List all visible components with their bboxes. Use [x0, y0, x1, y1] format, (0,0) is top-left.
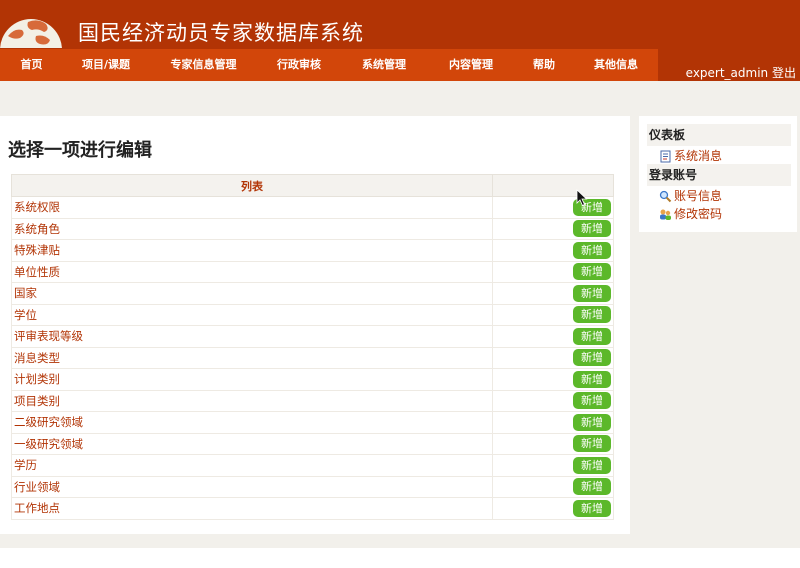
- row-actions: 新增: [492, 196, 614, 219]
- add-button[interactable]: 新增: [573, 435, 611, 453]
- table-row: 系统角色 新增: [11, 217, 614, 240]
- add-button[interactable]: 新增: [573, 306, 611, 324]
- model-link[interactable]: 消息类型: [11, 346, 493, 369]
- change-password-link[interactable]: 修改密码: [659, 206, 722, 222]
- page-title: 选择一项进行编辑: [8, 140, 152, 161]
- add-button[interactable]: 新增: [573, 392, 611, 410]
- model-link[interactable]: 国家: [11, 282, 493, 305]
- username-link[interactable]: expert_admin: [686, 66, 769, 80]
- table-row: 特殊津贴 新增: [11, 239, 614, 262]
- account-info-label: 账号信息: [674, 189, 723, 203]
- model-link[interactable]: 特殊津贴: [11, 239, 493, 262]
- globe-logo-icon: [0, 14, 62, 48]
- table-row: 行业领域 新增: [11, 475, 614, 498]
- row-actions: 新增: [492, 325, 614, 348]
- row-actions: 新增: [492, 239, 614, 262]
- nav-home[interactable]: 首页: [0, 49, 63, 81]
- row-actions: 新增: [492, 368, 614, 391]
- model-link[interactable]: 行业领域: [11, 475, 493, 498]
- site-title: 国民经济动员专家数据库系统: [78, 21, 364, 45]
- user-area: expert_admin 登出: [686, 64, 796, 81]
- model-list-table: 列表 系统权限 新增 系统角色 新增 特殊津贴 新增 单位性质 新增 国家 新增 学位 新增 评审表现等…: [11, 174, 614, 520]
- model-link[interactable]: 系统角色: [11, 217, 493, 240]
- table-row: 工作地点 新增: [11, 497, 614, 520]
- table-row: 消息类型 新增: [11, 346, 614, 369]
- row-actions: 新增: [492, 411, 614, 434]
- add-button[interactable]: 新增: [573, 349, 611, 367]
- model-link[interactable]: 学历: [11, 454, 493, 477]
- document-icon: [659, 150, 672, 163]
- model-link[interactable]: 项目类别: [11, 389, 493, 412]
- mouse-cursor-icon: [576, 189, 588, 207]
- site-header: 国民经济动员专家数据库系统 首页 项目/课题 专家信息管理 行政审核 系统管理 …: [0, 0, 800, 81]
- change-password-label: 修改密码: [674, 207, 723, 221]
- model-link[interactable]: 工作地点: [11, 497, 493, 520]
- row-actions: 新增: [492, 389, 614, 412]
- add-button[interactable]: 新增: [573, 413, 611, 431]
- add-button[interactable]: 新增: [573, 370, 611, 388]
- dashboard-section-title: 仪表板: [647, 124, 791, 146]
- row-actions: 新增: [492, 346, 614, 369]
- row-actions: 新增: [492, 303, 614, 326]
- users-key-icon: [659, 208, 672, 221]
- system-messages-label: 系统消息: [674, 149, 723, 163]
- nav-projects[interactable]: 项目/课题: [63, 49, 149, 81]
- row-actions: 新增: [492, 475, 614, 498]
- table-row: 单位性质 新增: [11, 260, 614, 283]
- table-header-row: 列表: [11, 174, 614, 197]
- model-link[interactable]: 一级研究领域: [11, 432, 493, 455]
- account-info-link[interactable]: 账号信息: [659, 188, 722, 204]
- account-section-title: 登录账号: [647, 164, 791, 186]
- nav-other-info[interactable]: 其他信息: [574, 49, 658, 81]
- table-row: 学位 新增: [11, 303, 614, 326]
- sidebar: 仪表板 系统消息 登录账号 账号信息 修改密码: [639, 116, 797, 232]
- add-button[interactable]: 新增: [573, 499, 611, 517]
- nav-help[interactable]: 帮助: [514, 49, 574, 81]
- row-actions: 新增: [492, 217, 614, 240]
- model-link[interactable]: 单位性质: [11, 260, 493, 283]
- main-content: 选择一项进行编辑 列表 系统权限 新增 系统角色 新增 特殊津贴 新增 单位性质 新增 国家 新增…: [0, 116, 630, 534]
- table-row: 学历 新增: [11, 454, 614, 477]
- add-button[interactable]: 新增: [573, 263, 611, 281]
- system-messages-link[interactable]: 系统消息: [659, 148, 722, 164]
- row-actions: 新增: [492, 260, 614, 283]
- add-button[interactable]: 新增: [573, 478, 611, 496]
- nav-system-management[interactable]: 系统管理: [340, 49, 428, 81]
- column-header-actions: [492, 174, 614, 197]
- column-header-list: 列表: [11, 174, 493, 197]
- table-row: 计划类别 新增: [11, 368, 614, 391]
- model-link[interactable]: 计划类别: [11, 368, 493, 391]
- logout-link[interactable]: 登出: [772, 66, 796, 80]
- table-row: 项目类别 新增: [11, 389, 614, 412]
- row-actions: 新增: [492, 454, 614, 477]
- nav-admin-review[interactable]: 行政审核: [258, 49, 340, 81]
- model-link[interactable]: 二级研究领域: [11, 411, 493, 434]
- row-actions: 新增: [492, 432, 614, 455]
- add-button[interactable]: 新增: [573, 284, 611, 302]
- add-button[interactable]: 新增: [573, 327, 611, 345]
- nav-expert-info[interactable]: 专家信息管理: [149, 49, 258, 81]
- nav-content-management[interactable]: 内容管理: [428, 49, 514, 81]
- add-button[interactable]: 新增: [573, 456, 611, 474]
- model-link[interactable]: 学位: [11, 303, 493, 326]
- table-row: 系统权限 新增: [11, 196, 614, 219]
- main-navigation: 首页 项目/课题 专家信息管理 行政审核 系统管理 内容管理 帮助 其他信息: [0, 49, 658, 81]
- magnifier-icon: [659, 190, 672, 203]
- add-button[interactable]: 新增: [573, 241, 611, 259]
- model-link[interactable]: 系统权限: [11, 196, 493, 219]
- table-row: 二级研究领域 新增: [11, 411, 614, 434]
- table-body: 系统权限 新增 系统角色 新增 特殊津贴 新增 单位性质 新增 国家 新增 学位 新增 评审表现等级 新增…: [11, 196, 614, 520]
- add-button[interactable]: 新增: [573, 220, 611, 238]
- table-row: 评审表现等级 新增: [11, 325, 614, 348]
- footer: [0, 548, 800, 568]
- table-row: 一级研究领域 新增: [11, 432, 614, 455]
- model-link[interactable]: 评审表现等级: [11, 325, 493, 348]
- row-actions: 新增: [492, 497, 614, 520]
- row-actions: 新增: [492, 282, 614, 305]
- table-row: 国家 新增: [11, 282, 614, 305]
